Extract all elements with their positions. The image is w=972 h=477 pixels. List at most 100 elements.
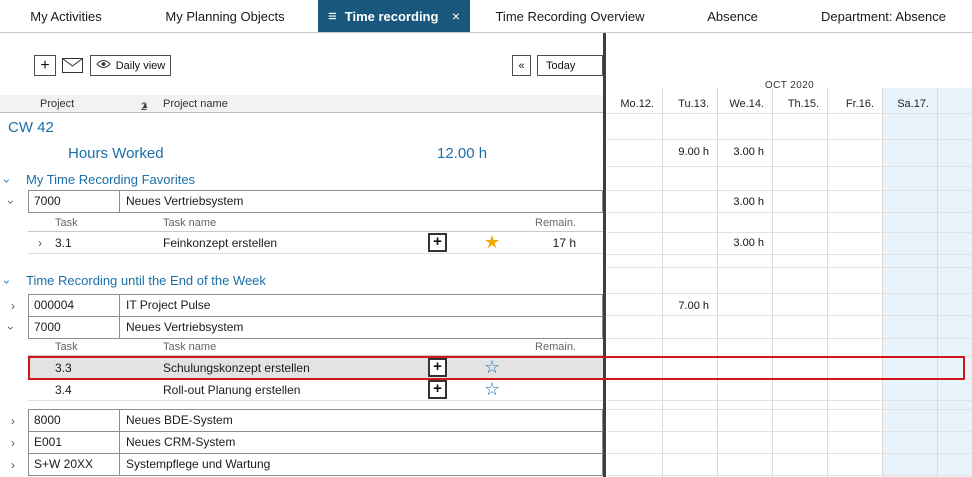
- time-recording-app: My Activities My Planning Objects ≡ Time…: [0, 0, 972, 477]
- grid-line-h: [607, 293, 972, 294]
- expand-icon[interactable]: ›: [11, 458, 15, 472]
- grid-line-h: [607, 400, 972, 401]
- day-header-fr16: Fr.16.: [827, 98, 874, 110]
- grid-line-h: [607, 431, 972, 432]
- grid-line-h: [607, 232, 972, 233]
- mail-icon[interactable]: [62, 58, 83, 76]
- expand-icon[interactable]: ›: [11, 436, 15, 450]
- project-row-sw20xx[interactable]: › S+W 20XX Systempflege und Wartung: [0, 453, 603, 476]
- add-time-entry-button[interactable]: +: [428, 380, 447, 399]
- grid-line-v: [937, 88, 938, 477]
- collapse-icon[interactable]: ›: [0, 179, 14, 183]
- project-row-favorites-7000[interactable]: › 7000 Neues Vertriebsystem: [0, 190, 603, 213]
- favorite-project-cell-we14[interactable]: 3.00 h: [717, 196, 764, 208]
- project-row-7000[interactable]: › 7000 Neues Vertriebsystem: [0, 316, 603, 339]
- column-header-task-name: Task name: [163, 217, 216, 229]
- favorite-star-icon[interactable]: ★: [484, 231, 500, 253]
- task-header-row: Task Task name Remain.: [0, 338, 603, 356]
- sort-arrow-icon: ▲: [141, 101, 149, 110]
- hours-worked-cell-we14[interactable]: 3.00 h: [717, 146, 764, 158]
- tab-time-recording-overview[interactable]: Time Recording Overview: [470, 0, 670, 32]
- section-week-end-title[interactable]: Time Recording until the End of the Week: [26, 273, 266, 288]
- divider-line: [28, 400, 603, 401]
- collapse-icon[interactable]: ›: [4, 200, 18, 204]
- today-button[interactable]: Today: [537, 55, 603, 76]
- column-header-task-name: Task name: [163, 341, 216, 353]
- favorite-task-cell-we14[interactable]: 3.00 h: [717, 237, 764, 249]
- previous-period-button[interactable]: «: [512, 55, 531, 76]
- project-row-8000[interactable]: › 8000 Neues BDE-System: [0, 409, 603, 432]
- section-favorites-title[interactable]: My Time Recording Favorites: [26, 172, 195, 187]
- tab-my-planning-objects[interactable]: My Planning Objects: [132, 0, 318, 32]
- grid-line-h: [607, 453, 972, 454]
- tab-department-absence[interactable]: Department: Absence: [795, 0, 972, 32]
- grid-line-h: [607, 139, 972, 140]
- grid-line-v: [882, 88, 883, 477]
- collapse-icon[interactable]: ›: [4, 326, 18, 330]
- task-remaining-hours: 17 h: [510, 236, 576, 250]
- grid-line-h: [607, 267, 972, 268]
- project-id-cell: 7000: [28, 316, 120, 339]
- table-header-row: Project 2▲ Project name: [0, 95, 603, 113]
- hours-worked-cell-tu13[interactable]: 9.00 h: [662, 146, 709, 158]
- grid-line-h: [607, 113, 972, 114]
- add-button[interactable]: +: [34, 55, 56, 76]
- project-row-e001[interactable]: › E001 Neues CRM-System: [0, 431, 603, 454]
- column-header-project[interactable]: Project: [40, 98, 74, 110]
- expand-icon[interactable]: ›: [11, 299, 15, 313]
- daily-view-button[interactable]: Daily view: [90, 55, 171, 76]
- collapse-icon[interactable]: ›: [0, 280, 14, 284]
- day-header-tu13: Tu.13.: [662, 98, 709, 110]
- grid-line-v: [827, 88, 828, 477]
- project-row-000004[interactable]: › 000004 IT Project Pulse: [0, 294, 603, 317]
- day-header-th15: Th.15.: [772, 98, 819, 110]
- hours-worked-total: 12.00 h: [437, 145, 487, 162]
- grid-line-h: [607, 315, 972, 316]
- favorite-star-outline-icon[interactable]: ☆: [484, 378, 500, 400]
- project-name-cell: Neues CRM-System: [119, 431, 603, 454]
- weekend-shade-sunday: [937, 88, 972, 477]
- task-id: 3.1: [55, 236, 72, 250]
- close-icon[interactable]: ×: [452, 8, 460, 24]
- task-row-3-1[interactable]: › 3.1 Feinkonzept erstellen + ★ 17 h: [0, 232, 603, 254]
- grid-line-h: [607, 166, 972, 167]
- column-header-project-name[interactable]: Project name: [163, 98, 228, 110]
- day-header-we14: We.14.: [717, 98, 764, 110]
- grid-line-h: [607, 475, 972, 476]
- add-time-entry-button[interactable]: +: [428, 233, 447, 252]
- grid-line-h: [607, 190, 972, 191]
- grid-line-h: [607, 212, 972, 213]
- week-title: CW 42: [8, 119, 54, 136]
- project-name-cell: IT Project Pulse: [119, 294, 603, 317]
- column-header-task: Task: [55, 341, 78, 353]
- column-header-remain: Remain.: [510, 217, 576, 229]
- task-name: Roll-out Planung erstellen: [163, 383, 300, 397]
- task-header-row: Task Task name Remain.: [0, 214, 603, 232]
- expand-icon[interactable]: ›: [38, 236, 42, 250]
- weekend-shade-saturday: [882, 88, 937, 477]
- column-header-remain: Remain.: [510, 341, 576, 353]
- day-header-sa17: Sa.17.: [882, 98, 929, 110]
- task-row-3-4[interactable]: 3.4 Roll-out Planung erstellen + ☆: [0, 379, 603, 401]
- divider-line: [28, 253, 603, 254]
- project-name-cell: Neues Vertriebsystem: [119, 190, 603, 213]
- project-id-cell: 8000: [28, 409, 120, 432]
- tab-absence[interactable]: Absence: [670, 0, 795, 32]
- grid-line-h: [607, 254, 972, 255]
- project-id-cell: E001: [28, 431, 120, 454]
- pane-divider[interactable]: [603, 33, 606, 477]
- daily-view-label: Daily view: [116, 60, 166, 72]
- tab-bar: My Activities My Planning Objects ≡ Time…: [0, 0, 972, 33]
- pulse-project-cell-tu13[interactable]: 7.00 h: [662, 300, 709, 312]
- task-id: 3.4: [55, 383, 72, 397]
- tab-time-recording[interactable]: ≡ Time recording ×: [318, 0, 470, 32]
- selection-highlight-border: [28, 356, 965, 380]
- project-name-cell: Neues Vertriebsystem: [119, 316, 603, 339]
- tab-my-activities[interactable]: My Activities: [0, 0, 132, 32]
- project-id-cell: 000004: [28, 294, 120, 317]
- task-name: Feinkonzept erstellen: [163, 236, 277, 250]
- tab-label: Time recording: [345, 9, 439, 24]
- menu-icon[interactable]: ≡: [328, 8, 337, 25]
- expand-icon[interactable]: ›: [11, 414, 15, 428]
- project-name-cell: Systempflege und Wartung: [119, 453, 603, 476]
